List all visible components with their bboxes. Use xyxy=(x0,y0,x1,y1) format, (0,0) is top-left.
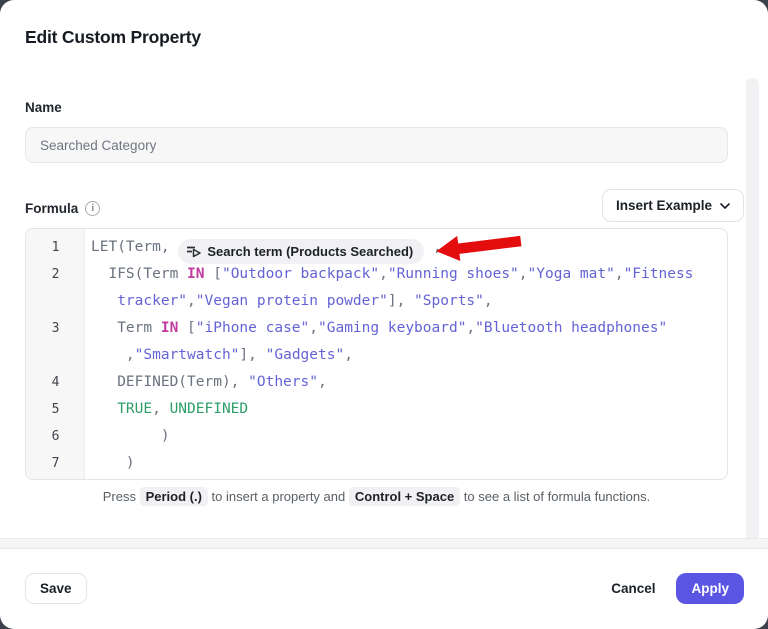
code-segment: "Gaming keyboard" xyxy=(318,320,466,336)
code-segment: IFS(Term xyxy=(91,266,187,282)
code-segment: , xyxy=(318,374,327,390)
kbd-period: Period (.) xyxy=(140,487,208,506)
editor-row: 2 IFS(Term IN ["Outdoor backpack","Runni… xyxy=(26,261,727,288)
insert-example-label: Insert Example xyxy=(616,198,712,213)
code-segment: "Bluetooth headphones" xyxy=(475,320,667,336)
code-segment: IN xyxy=(161,320,178,336)
editor-row: 6 ) xyxy=(26,423,727,450)
code-line: ,"Smartwatch"], "Gadgets", xyxy=(85,342,727,369)
code-segment: ], xyxy=(239,347,265,363)
line-number: 5 xyxy=(26,396,85,423)
hint-middle: to insert a property and xyxy=(208,489,349,504)
code-segment: ) xyxy=(91,455,135,471)
code-segment: DEFINED(Term), xyxy=(91,374,248,390)
code-segment: "Sports" xyxy=(414,293,484,309)
line-number: 6 xyxy=(26,423,85,450)
code-segment: , xyxy=(187,293,196,309)
code-line: IFS(Term IN ["Outdoor backpack","Running… xyxy=(85,261,727,288)
line-number: 2 xyxy=(26,261,85,288)
editor-row: ,"Smartwatch"], "Gadgets", xyxy=(26,342,727,369)
code-segment: IN xyxy=(187,266,204,282)
editor-row: 4 DEFINED(Term), "Others", xyxy=(26,369,727,396)
line-number xyxy=(26,288,85,315)
code-segment: [ xyxy=(205,266,222,282)
code-segment: , xyxy=(484,293,493,309)
code-segment: , xyxy=(466,320,475,336)
code-line: tracker","Vegan protein powder"], "Sport… xyxy=(85,288,727,315)
list-cursor-icon xyxy=(187,245,201,258)
code-segment: , xyxy=(519,266,528,282)
code-segment: ], xyxy=(388,293,414,309)
code-segment: UNDEFINED xyxy=(170,401,249,417)
code-line: DEFINED(Term), "Others", xyxy=(85,369,727,396)
line-number: 4 xyxy=(26,369,85,396)
code-line: Term IN ["iPhone case","Gaming keyboard"… xyxy=(85,315,727,342)
code-segment: "Smartwatch" xyxy=(135,347,240,363)
code-segment: , xyxy=(152,401,169,417)
vertical-scrollbar[interactable] xyxy=(746,78,759,544)
editor-row: 7 ) xyxy=(26,450,727,477)
editor-row: tracker","Vegan protein powder"], "Sport… xyxy=(26,288,727,315)
editor-row: 5 TRUE, UNDEFINED xyxy=(26,396,727,423)
code-segment: "iPhone case" xyxy=(196,320,310,336)
edit-custom-property-modal: Edit Custom Property Name Formula i Inse… xyxy=(0,0,768,629)
formula-label: Formula xyxy=(25,201,78,216)
name-input[interactable] xyxy=(25,127,728,163)
name-label: Name xyxy=(25,100,62,115)
code-segment: , xyxy=(615,266,624,282)
code-segment: , xyxy=(309,320,318,336)
chevron-down-icon xyxy=(720,203,730,209)
code-segment: tracker" xyxy=(117,293,187,309)
code-segment: , xyxy=(424,239,441,255)
code-segment xyxy=(91,293,117,309)
code-line: ) xyxy=(85,423,727,450)
cancel-button[interactable]: Cancel xyxy=(611,581,655,596)
code-line: LET(Term, Search term (Products Searched… xyxy=(85,234,727,261)
code-segment: ) xyxy=(91,428,170,444)
code-segment: "Fitness xyxy=(624,266,694,282)
code-segment: , xyxy=(344,347,353,363)
code-segment: TRUE xyxy=(91,401,152,417)
hint-prefix: Press xyxy=(103,489,140,504)
code-segment: "Outdoor backpack" xyxy=(222,266,379,282)
line-number xyxy=(26,342,85,369)
line-number: 1 xyxy=(26,234,85,261)
hint-suffix: to see a list of formula functions. xyxy=(460,489,650,504)
editor-hint-text: Press Period (.) to insert a property an… xyxy=(25,489,728,504)
code-line: TRUE, UNDEFINED xyxy=(85,396,727,423)
line-number: 3 xyxy=(26,315,85,342)
code-segment: "Gadgets" xyxy=(266,347,345,363)
code-segment: "Running shoes" xyxy=(388,266,519,282)
editor-rows: 1LET(Term, Search term (Products Searche… xyxy=(26,234,727,477)
code-segment: "Others" xyxy=(248,374,318,390)
info-icon[interactable]: i xyxy=(85,201,100,216)
apply-button[interactable]: Apply xyxy=(676,573,744,604)
code-line: ) xyxy=(85,450,727,477)
page-title: Edit Custom Property xyxy=(25,27,201,48)
code-segment: , xyxy=(91,347,135,363)
formula-editor[interactable]: 1LET(Term, Search term (Products Searche… xyxy=(25,228,728,480)
editor-row: 3 Term IN ["iPhone case","Gaming keyboar… xyxy=(26,315,727,342)
code-segment: , xyxy=(379,266,388,282)
code-segment: LET(Term, xyxy=(91,239,178,255)
editor-row: 1LET(Term, Search term (Products Searche… xyxy=(26,234,727,261)
save-button[interactable]: Save xyxy=(25,573,87,604)
code-segment: Term xyxy=(91,320,161,336)
insert-example-button[interactable]: Insert Example xyxy=(602,189,744,222)
code-segment: "Vegan protein powder" xyxy=(196,293,388,309)
code-segment: [ xyxy=(178,320,195,336)
footer-divider xyxy=(0,538,768,549)
code-segment: "Yoga mat" xyxy=(528,266,615,282)
kbd-control-space: Control + Space xyxy=(349,487,460,506)
line-number: 7 xyxy=(26,450,85,477)
